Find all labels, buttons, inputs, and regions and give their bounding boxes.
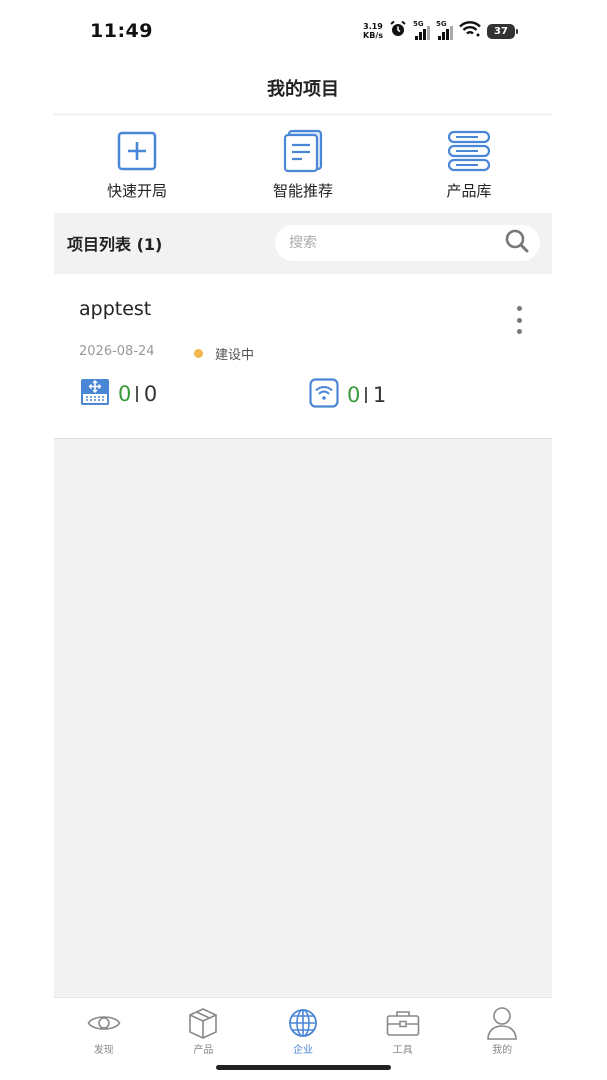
plus-square-icon: [114, 128, 160, 174]
tab-products-label: 产品: [193, 1045, 214, 1056]
page-title: 我的项目: [267, 78, 339, 100]
tab-tools-label: 工具: [392, 1045, 413, 1056]
status-bar: 11:49 3.19 KB/s 5G 5G 37: [0, 0, 607, 62]
project-status-label: 建设中: [215, 348, 255, 363]
project-list-header: 项目列表 (1): [54, 213, 552, 273]
quick-start-label: 快速开局: [106, 182, 167, 200]
ap-device-count: 01: [309, 378, 386, 412]
search-input[interactable]: [289, 235, 504, 251]
search-icon[interactable]: [504, 228, 530, 258]
switch-total-count: 0: [143, 382, 158, 406]
tab-discover[interactable]: 发现: [59, 998, 149, 1060]
alarm-icon: [389, 20, 407, 42]
switch-online-count: 0: [118, 382, 132, 406]
network-speed-unit: KB/s: [363, 31, 383, 40]
quick-actions: 快速开局 智能推荐 产品库: [54, 116, 552, 213]
battery-level: 37: [494, 25, 508, 37]
product-library-button[interactable]: 产品库: [409, 128, 529, 201]
smart-recommend-button[interactable]: 智能推荐: [243, 128, 363, 201]
switch-count: 00: [118, 382, 157, 406]
project-date: 2026-08-24: [79, 344, 155, 359]
project-list-title: 项目列表 (1): [67, 235, 163, 254]
eye-icon: [87, 1006, 121, 1040]
sim1-label: 5G: [413, 20, 424, 28]
product-library-label: 产品库: [446, 182, 492, 200]
home-indicator[interactable]: [216, 1065, 391, 1070]
signal-sim2-icon: 5G: [436, 20, 453, 40]
signal-sim1-icon: 5G: [413, 20, 430, 40]
network-speed: 3.19 KB/s: [363, 22, 383, 40]
box-icon: [186, 1006, 220, 1040]
tab-discover-label: 发现: [93, 1045, 114, 1056]
project-name: apptest: [79, 298, 152, 320]
person-icon: [485, 1006, 519, 1040]
toolbox-icon: [386, 1006, 420, 1040]
tab-products[interactable]: 产品: [158, 998, 248, 1060]
navigation-bar: 我的项目: [54, 62, 552, 116]
status-time: 11:49: [90, 20, 153, 42]
switch-device-count: 00: [80, 378, 157, 410]
project-card[interactable]: apptest 2026-08-24 建设中 00 01: [54, 274, 552, 439]
tab-me[interactable]: 我的: [457, 998, 547, 1060]
project-status: 建设中: [194, 344, 254, 363]
tab-tools[interactable]: 工具: [358, 998, 448, 1060]
wifi-ap-icon: [309, 378, 339, 412]
smart-recommend-label: 智能推荐: [272, 182, 333, 200]
status-icons: 3.19 KB/s 5G 5G 37: [363, 20, 518, 42]
ap-online-count: 0: [347, 383, 361, 407]
tab-enterprise[interactable]: 企业: [258, 998, 348, 1060]
ap-total-count: 1: [372, 383, 387, 407]
tab-me-label: 我的: [492, 1045, 513, 1056]
page-content: 我的项目 快速开局 智能推荐 产品库 项目列表 (1) 搜索 apptest 2…: [54, 62, 552, 997]
tab-enterprise-label: 企业: [292, 1045, 313, 1056]
document-icon: [280, 128, 326, 174]
status-dot-icon: [194, 349, 203, 358]
search-box[interactable]: [275, 225, 540, 261]
server-stack-icon: [446, 128, 492, 174]
bottom-tab-bar: 发现 产品 企业 工具 我的: [54, 997, 552, 1060]
battery-icon: 37: [487, 23, 518, 39]
switch-icon: [80, 378, 110, 410]
sim2-label: 5G: [436, 20, 447, 28]
more-options-icon[interactable]: [512, 306, 526, 334]
globe-icon: [286, 1006, 320, 1040]
wifi-status-icon: [459, 21, 481, 41]
quick-start-button[interactable]: 快速开局: [77, 128, 197, 201]
network-speed-value: 3.19: [363, 22, 383, 31]
ap-count: 01: [347, 383, 386, 407]
